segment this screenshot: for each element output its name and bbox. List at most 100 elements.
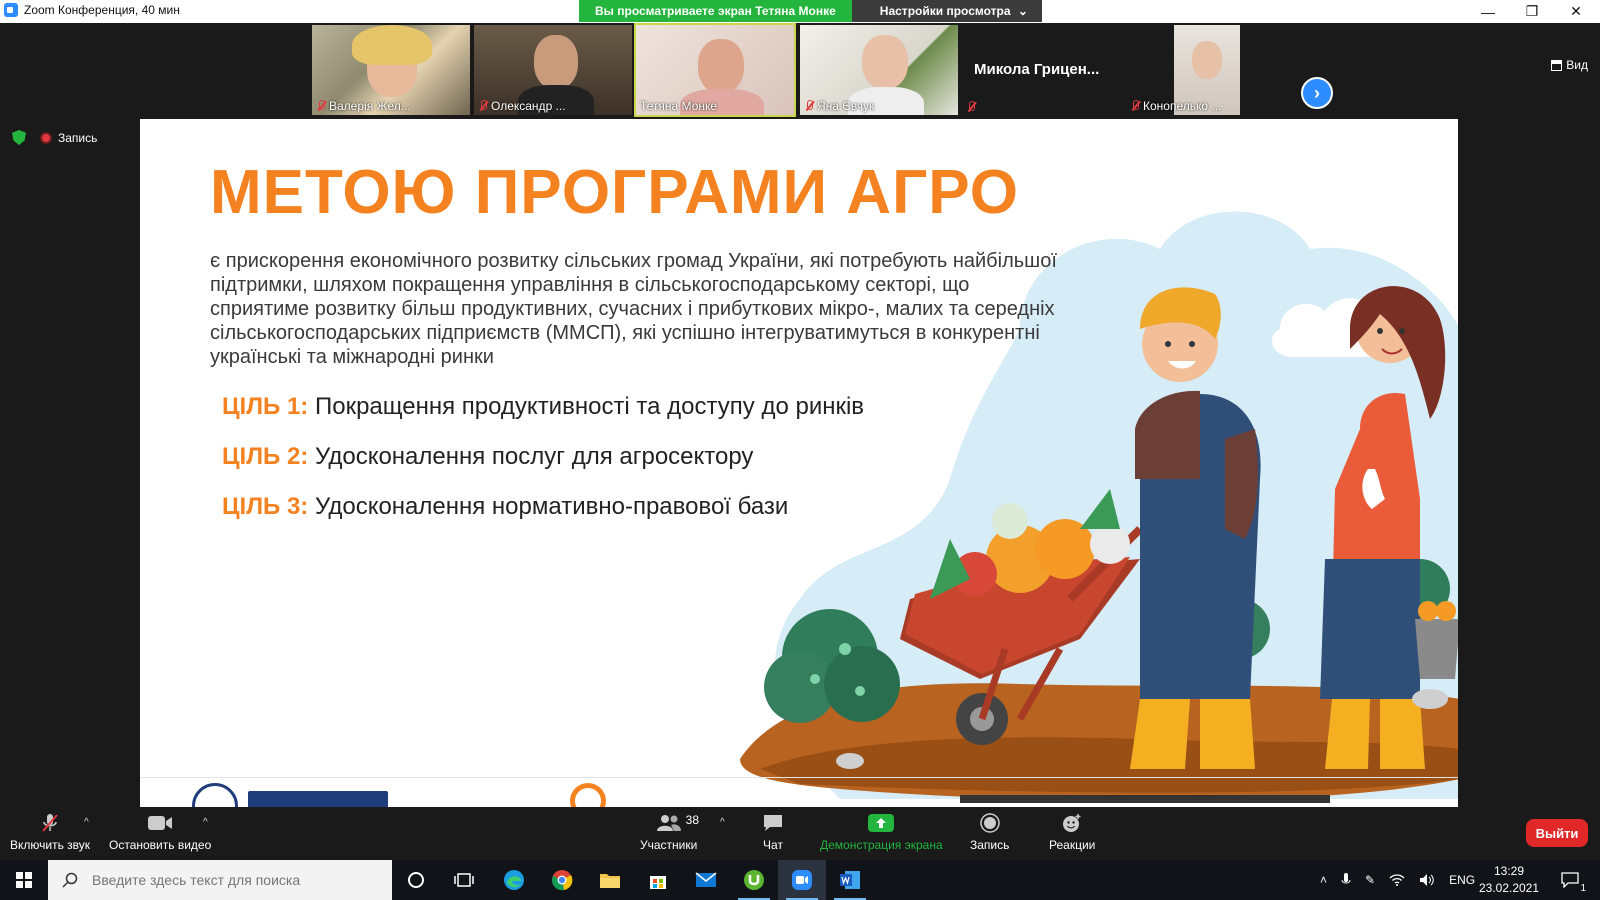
record-button[interactable]: Запись — [970, 813, 1009, 852]
muted-mic-icon — [478, 100, 488, 112]
taskbar-mail[interactable] — [682, 860, 730, 900]
participant-name: Валерія Жел... — [316, 99, 411, 113]
unmute-button[interactable]: Включить звук — [10, 813, 90, 852]
muted-mic-icon — [1130, 100, 1140, 112]
clock-time: 13:29 — [1493, 864, 1525, 878]
view-options-label: Настройки просмотра — [879, 4, 1011, 18]
slide-body-text: є прискорення економічного розвитку сіль… — [210, 250, 1057, 368]
leave-meeting-button[interactable]: Выйти — [1526, 819, 1588, 847]
viewing-screen-notice: Вы просматриваете экран Тетяна Монке — [579, 0, 852, 22]
volume-icon[interactable] — [1419, 873, 1435, 887]
mail-envelope-icon — [695, 872, 717, 887]
view-button[interactable]: Вид — [1551, 58, 1588, 72]
usaid-seal-logo — [192, 783, 238, 807]
participants-label: Участники — [640, 838, 698, 852]
taskbar-store[interactable] — [634, 860, 682, 900]
notification-icon — [1561, 872, 1579, 888]
participant-tile-no-video[interactable]: Микола Грицен... — [962, 25, 1120, 115]
taskbar-search[interactable] — [48, 860, 392, 900]
goal-label: ЦІЛЬ 1: — [222, 393, 309, 420]
folder-icon — [600, 874, 620, 888]
record-dot-icon — [40, 131, 52, 144]
search-icon — [62, 872, 78, 888]
taskbar-chrome[interactable] — [538, 860, 586, 900]
share-screen-icon — [868, 813, 895, 833]
reactions-label: Реакции — [1049, 838, 1096, 852]
chrome-browser-icon — [552, 870, 573, 891]
unmute-label: Включить звук — [10, 838, 91, 852]
audio-options-chevron-icon[interactable]: ^ — [84, 817, 89, 828]
participant-name: Тетяна Монке — [640, 99, 718, 113]
shared-screen-slide: МЕТОЮ ПРОГРАМИ АГРО є прискорення економ… — [140, 119, 1458, 807]
participant-tile[interactable]: Яна Євчук — [800, 25, 958, 115]
search-input[interactable] — [92, 872, 372, 888]
window-title-text: Zoom Конференция, 40 мин — [24, 3, 180, 17]
slide-title: МЕТОЮ ПРОГРАМИ АГРО — [210, 158, 1019, 227]
share-banner: Вы просматриваете экран Тетяна Монке Нас… — [579, 0, 1042, 22]
next-page-button[interactable]: › — [1301, 77, 1333, 109]
recording-indicator[interactable]: Запись — [40, 131, 97, 145]
participants-icon: 38 — [656, 813, 699, 833]
recording-label: Запись — [58, 130, 98, 145]
chat-bubble-icon — [762, 813, 784, 833]
video-options-chevron-icon[interactable]: ^ — [203, 817, 208, 828]
usaid-wordmark-logo — [248, 791, 388, 807]
goal-text: Удосконалення нормативно-правової бази — [308, 493, 789, 520]
participant-tile[interactable]: Конопелько ... — [1126, 25, 1284, 115]
program-footer-wordmark — [960, 795, 1330, 803]
task-view-cortana-button[interactable] — [392, 860, 440, 900]
view-options-button[interactable]: Настройки просмотра ⌄ — [851, 0, 1042, 22]
restore-button[interactable]: ❐ — [1510, 0, 1554, 23]
cortana-circle-icon — [408, 872, 424, 888]
record-icon — [979, 813, 1000, 833]
goal-label: ЦІЛЬ 2: — [222, 443, 309, 470]
microphone-icon[interactable] — [1341, 873, 1351, 887]
slide-footer-divider — [140, 777, 1458, 778]
window-title: Zoom Конференция, 40 мин — [4, 3, 180, 17]
zoom-app-icon — [792, 870, 812, 890]
reactions-button[interactable]: Реакции — [1049, 813, 1095, 852]
record-label: Запись — [970, 838, 1010, 852]
participant-mute-status — [966, 101, 976, 113]
close-button[interactable]: ✕ — [1554, 0, 1598, 23]
video-camera-icon — [147, 813, 173, 833]
system-tray: ˄ ✎ ENG — [1320, 860, 1475, 900]
chat-label: Чат — [763, 838, 783, 852]
minimize-button[interactable]: — — [1466, 0, 1510, 23]
show-hidden-icons-chevron-icon[interactable]: ˄ — [1320, 873, 1327, 887]
participant-tile[interactable]: Валерія Жел... — [312, 25, 470, 115]
goal-3: ЦІЛЬ 3: Удосконалення нормативно-правово… — [222, 493, 788, 521]
store-bag-icon — [650, 876, 666, 889]
taskbar-file-explorer[interactable] — [586, 860, 634, 900]
view-label: Вид — [1566, 58, 1588, 72]
taskbar-clock[interactable]: 13:29 23.02.2021 — [1474, 863, 1544, 897]
goal-2: ЦІЛЬ 2: Удосконалення послуг для агросек… — [222, 443, 753, 471]
participant-strip: Валерія Жел... Олександр ... Тетяна Монк… — [0, 23, 1600, 118]
participant-name: Олександр ... — [478, 99, 566, 113]
taskbar-word[interactable] — [826, 860, 874, 900]
grid-view-icon — [1551, 59, 1563, 71]
shield-icon[interactable] — [12, 130, 26, 145]
share-screen-label: Демонстрация экрана — [820, 838, 943, 852]
task-view-button[interactable] — [440, 860, 488, 900]
taskbar-utorrent[interactable] — [730, 860, 778, 900]
taskbar-edge[interactable] — [490, 860, 538, 900]
participant-tile[interactable]: Олександр ... — [474, 25, 632, 115]
word-app-icon — [840, 871, 860, 889]
stop-video-button[interactable]: Остановить видео — [109, 813, 211, 852]
chat-button[interactable]: Чат — [762, 813, 784, 852]
pen-keyboard-icon[interactable]: ✎ — [1365, 873, 1375, 887]
wifi-icon[interactable] — [1389, 874, 1405, 886]
goal-1: ЦІЛЬ 1: Покращення продуктивності та дос… — [222, 393, 864, 421]
participants-button[interactable]: 38 Участники — [640, 813, 699, 852]
share-screen-button[interactable]: Демонстрация экрана — [820, 813, 943, 852]
stop-video-label: Остановить видео — [109, 838, 212, 852]
partner-logo — [570, 783, 606, 807]
input-language[interactable]: ENG — [1449, 873, 1475, 887]
start-button[interactable] — [0, 860, 48, 900]
edge-browser-icon — [504, 870, 524, 890]
participants-options-chevron-icon[interactable]: ^ — [720, 817, 725, 828]
taskbar-zoom[interactable] — [778, 860, 826, 900]
action-center-button[interactable]: 1 — [1548, 860, 1592, 900]
participant-tile-active-speaker[interactable]: Тетяна Монке — [634, 23, 796, 117]
